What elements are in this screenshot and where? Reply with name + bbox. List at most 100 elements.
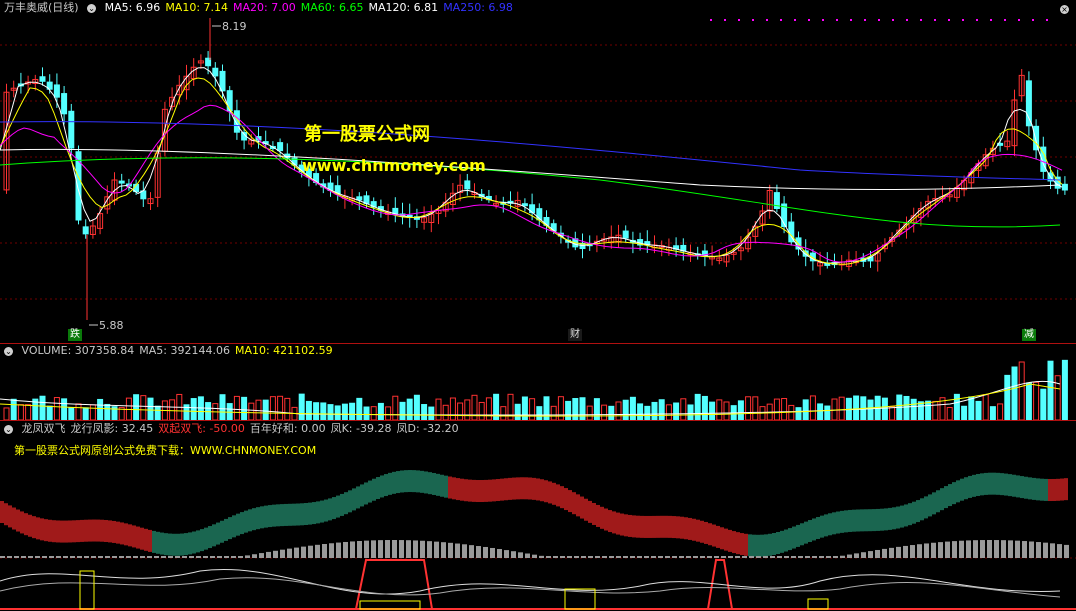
signal-dot: [1004, 19, 1006, 21]
wave-segment: [120, 522, 124, 545]
histogram-bar: [42, 556, 47, 558]
ma-label-2: MA20: 7.00: [233, 1, 296, 14]
wave-segment: [636, 515, 640, 538]
signal-dot: [836, 19, 838, 21]
candle-body: [226, 90, 233, 112]
wave-segment: [912, 501, 916, 524]
wave-segment: [228, 517, 232, 540]
close-icon[interactable]: ×: [1060, 2, 1074, 16]
histogram-bar: [217, 556, 222, 558]
collapse-icon[interactable]: ⌄: [87, 3, 97, 13]
histogram-bar: [770, 556, 775, 558]
volume-bar: [219, 394, 226, 420]
wave-segment: [240, 512, 244, 535]
histogram-bar: [392, 540, 397, 558]
wave-segment: [432, 472, 436, 495]
signal-dot: [710, 19, 712, 21]
volume-header: ⌄ VOLUME: 307358.84 MA5: 392144.06 MA10: 4…: [4, 344, 343, 358]
wave-segment: [372, 478, 376, 501]
volume-bar: [140, 395, 147, 420]
volume-bar: [536, 406, 543, 420]
wave-segment: [408, 470, 412, 493]
indicator-header: ⌄ 龙凤双飞 龙行凤影: 32.45 双起双飞: -50.00 百年好和: 0.00 凤…: [4, 422, 469, 436]
yellow-block: [807, 598, 829, 610]
wave-segment: [548, 481, 552, 504]
wave-segment: [264, 505, 268, 528]
signal-dot: [920, 19, 922, 21]
volume-bar: [190, 398, 197, 420]
volume-bar: [377, 402, 384, 420]
histogram-bar: [1001, 540, 1006, 558]
candle-body: [277, 142, 284, 152]
wave-segment: [504, 478, 508, 501]
volume-pane[interactable]: ⌄ VOLUME: 307358.84 MA5: 392144.06 MA10: 4…: [0, 344, 1076, 420]
histogram-bar: [105, 556, 110, 558]
indicator-note: 第一股票公式网原创公式免费下载：WWW.CHNMONEY.COM: [14, 444, 317, 457]
signal-dot: [962, 19, 964, 21]
wave-segment: [344, 492, 348, 515]
wave-segment: [984, 472, 988, 495]
volume-bar: [75, 403, 82, 420]
wave-segment: [812, 518, 816, 541]
wave-segment: [320, 500, 324, 523]
histogram-bar: [756, 556, 761, 558]
wave-segment: [948, 484, 952, 507]
histogram-bar: [252, 554, 257, 558]
volume-bar: [1061, 359, 1068, 420]
histogram-bar: [280, 549, 285, 558]
volume-bar: [946, 407, 953, 420]
volume-bar: [529, 398, 536, 420]
event-badge-1[interactable]: 跌: [68, 329, 82, 341]
histogram-bar: [70, 556, 75, 558]
volume-bar: [298, 393, 305, 420]
wave-segment: [60, 520, 64, 543]
wave-segment: [920, 498, 924, 521]
volume-bar: [889, 406, 896, 420]
event-badge-2[interactable]: 财: [568, 329, 582, 341]
ma-label-0: MA5: 6.96: [104, 1, 161, 14]
wave-segment: [940, 488, 944, 511]
histogram-bar: [98, 556, 103, 558]
wave-segment: [316, 501, 320, 524]
volume-bar: [680, 398, 687, 420]
candle-body: [550, 223, 557, 232]
collapse-icon[interactable]: ⌄: [4, 346, 13, 356]
wave-segment: [992, 472, 996, 495]
wave-segment: [168, 533, 172, 556]
histogram-bar: [441, 542, 446, 558]
indicator-pane[interactable]: ⌄ 龙凤双飞 龙行凤影: 32.45 双起双飞: -50.00 百年好和: 0.00 凤…: [0, 421, 1076, 611]
price-pane[interactable]: 8.19 5.88 万丰奥威(日线) ⌄ MA5: 6.96 MA10: 7.14 M…: [0, 0, 1076, 343]
histogram-bar: [245, 555, 250, 558]
histogram-bar: [623, 556, 628, 558]
wave-segment: [1052, 478, 1056, 501]
wave-segment: [400, 470, 404, 493]
wave-segment: [1032, 477, 1036, 500]
ma5-line: [0, 67, 1063, 264]
collapse-icon[interactable]: ⌄: [4, 424, 13, 434]
wave-segment: [288, 503, 292, 526]
wave-segment: [944, 486, 948, 509]
histogram-bar: [658, 556, 663, 558]
wave-segment: [476, 480, 480, 503]
wave-segment: [360, 484, 364, 507]
histogram-bar: [308, 545, 313, 558]
histogram-bar: [777, 556, 782, 558]
histogram-bar: [259, 553, 264, 558]
event-badge-3[interactable]: 减: [1022, 329, 1036, 341]
wave-segment: [248, 509, 252, 532]
wave-segment: [908, 503, 912, 526]
volume-bar: [658, 399, 665, 420]
wave-segment: [28, 514, 32, 537]
ma20-line: [0, 104, 1063, 263]
volume-bar: [709, 401, 716, 420]
histogram-bar: [28, 556, 33, 558]
candle-body: [622, 230, 629, 239]
volume-bar: [925, 400, 932, 420]
histogram-bar: [154, 556, 159, 558]
volume-bar: [392, 395, 399, 420]
signal-dot: [752, 19, 754, 21]
histogram-bar: [91, 556, 96, 558]
wave-segment: [708, 523, 712, 546]
histogram-bar: [931, 542, 936, 558]
volume-bar: [903, 395, 910, 420]
